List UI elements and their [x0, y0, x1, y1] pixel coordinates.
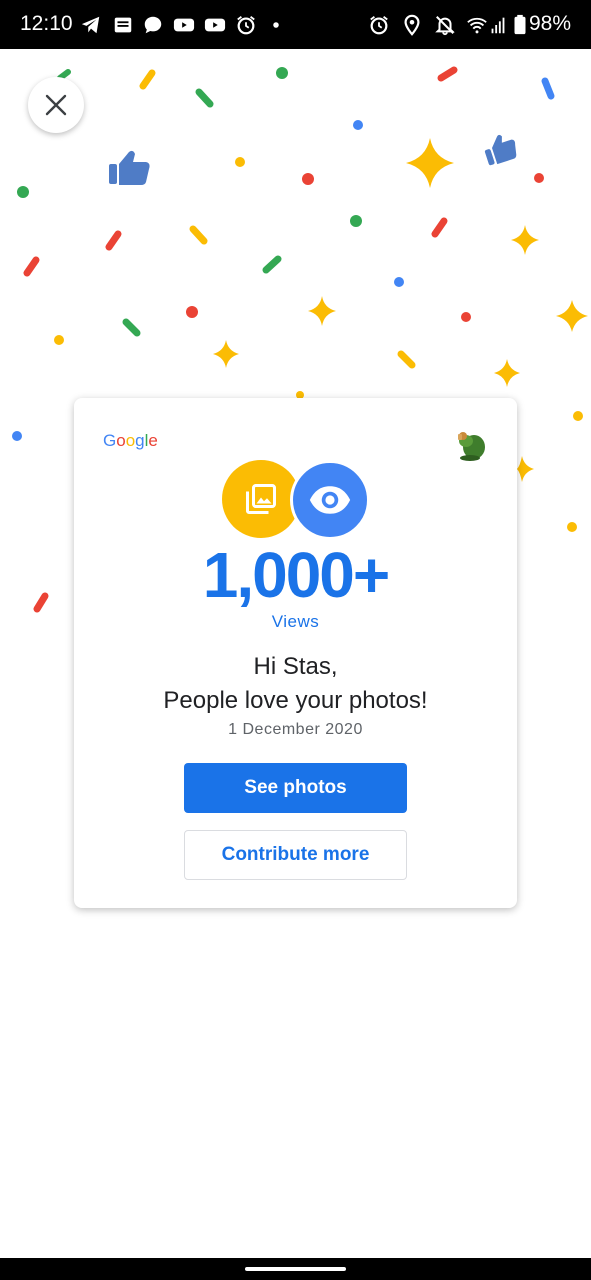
views-label: Views: [271, 612, 320, 631]
milestone-date: 1 December 2020: [228, 721, 363, 738]
photo-badge: [222, 460, 300, 538]
battery-percent: 98%: [528, 12, 571, 35]
google-logo: Google: [103, 431, 158, 450]
location-icon: [404, 14, 420, 36]
greeting-name: Hi Stas,: [253, 653, 338, 680]
news-icon: [114, 17, 132, 33]
signal-icon: [491, 17, 505, 34]
greeting: Hi Stas, People love your photos!: [74, 650, 517, 718]
navigation-bar: [0, 1258, 591, 1280]
battery-icon: [514, 14, 526, 35]
status-time: 12:10: [20, 12, 73, 35]
status-bar: 12:10 98%: [0, 0, 591, 49]
wifi-icon: [467, 17, 487, 34]
milestone-card: Google 1,000+ Views Hi Stas, People love…: [74, 398, 517, 908]
chat-icon: [144, 16, 162, 34]
close-button[interactable]: [28, 77, 84, 133]
close-icon: [45, 94, 67, 116]
dot-icon: [273, 22, 279, 28]
views-count: 1,000+: [202, 539, 391, 611]
home-gesture-handle[interactable]: [245, 1267, 346, 1271]
youtube-icon: [204, 18, 226, 32]
contribute-more-button[interactable]: Contribute more: [184, 830, 407, 880]
youtube-icon: [173, 18, 195, 32]
photo-library-icon: [246, 484, 276, 514]
greeting-message: People love your photos!: [163, 687, 428, 714]
alarm-icon: [370, 16, 388, 35]
see-photos-button[interactable]: See photos: [184, 763, 407, 813]
avatar[interactable]: [454, 428, 488, 462]
alarm-icon: [237, 16, 255, 35]
eye-icon: [309, 486, 351, 514]
telegram-icon: [81, 16, 100, 34]
views-badge: [290, 460, 370, 540]
notifications-off-icon: [435, 16, 455, 36]
